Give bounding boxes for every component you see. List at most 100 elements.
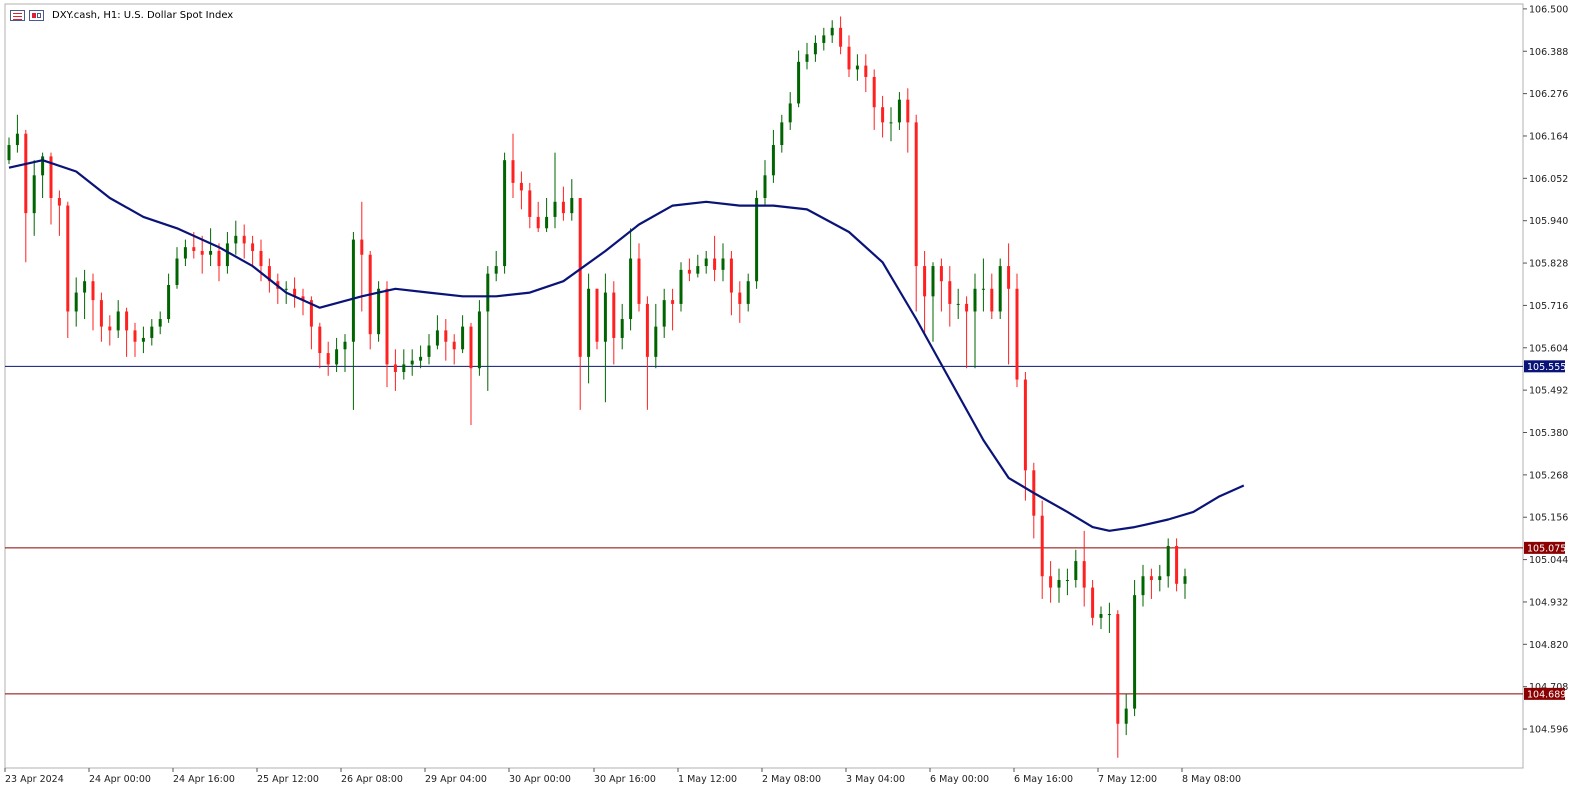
y-tick-label: 105.492 <box>1529 386 1568 397</box>
x-tick-label: 23 Apr 2024 <box>5 774 64 785</box>
candle-body <box>746 281 750 304</box>
candle-body <box>284 288 288 290</box>
x-tick-label: 29 Apr 04:00 <box>425 774 487 785</box>
candle-body <box>956 303 960 305</box>
candle-body <box>351 239 355 342</box>
candle-body <box>805 54 809 62</box>
y-tick-label: 106.388 <box>1529 47 1568 58</box>
candle-body <box>251 243 255 251</box>
x-tick-label: 2 May 08:00 <box>762 774 821 785</box>
candle-body <box>839 27 843 47</box>
candle-body <box>385 288 389 365</box>
y-tick-label: 105.604 <box>1529 343 1568 354</box>
candle-body <box>1183 576 1187 584</box>
candle-body <box>561 201 565 214</box>
candle-body <box>855 65 859 70</box>
candle-body <box>553 201 557 217</box>
candle-body <box>1091 587 1095 618</box>
x-tick-label: 6 May 16:00 <box>1014 774 1073 785</box>
candle-body <box>1107 614 1111 616</box>
y-tick-label: 105.716 <box>1529 301 1568 312</box>
candle-body <box>209 250 213 255</box>
candle-body <box>1049 576 1053 588</box>
x-tick-label: 7 May 12:00 <box>1098 774 1157 785</box>
candle-body <box>1007 266 1011 289</box>
candle-body <box>32 175 36 214</box>
candle-body <box>83 281 87 293</box>
x-tick-label: 26 Apr 08:00 <box>341 774 403 785</box>
candle-body <box>99 300 103 327</box>
candle-body <box>66 205 70 312</box>
candle-body <box>1166 545 1170 577</box>
candle-body <box>528 190 532 217</box>
candle-body <box>125 311 129 331</box>
y-tick-label: 105.156 <box>1529 513 1568 524</box>
candle-body <box>973 288 977 312</box>
candle-body <box>797 61 801 104</box>
candle-body <box>981 288 985 290</box>
candle-body <box>587 288 591 357</box>
candle-body <box>864 65 868 77</box>
candle-body <box>234 235 238 244</box>
y-tick-label: 105.940 <box>1529 216 1568 227</box>
candle-body <box>1116 614 1120 724</box>
y-tick-label: 106.276 <box>1529 89 1568 100</box>
y-tick-label: 104.596 <box>1529 725 1568 736</box>
candle-body <box>1124 708 1128 724</box>
candle-body <box>192 247 196 251</box>
candle-body <box>645 303 649 357</box>
candle-body <box>1149 576 1153 581</box>
x-tick-label: 30 Apr 16:00 <box>594 774 656 785</box>
y-tick-label: 105.828 <box>1529 259 1568 270</box>
x-tick-label: 30 Apr 00:00 <box>509 774 571 785</box>
candle-body <box>570 198 574 214</box>
candle-body <box>91 281 95 301</box>
candle-body <box>116 311 120 331</box>
candle-body <box>200 250 204 255</box>
candle-body <box>671 300 675 304</box>
y-tick-label: 105.044 <box>1529 555 1568 566</box>
candle-body <box>923 266 927 297</box>
candle-body <box>1082 561 1086 588</box>
candle-body <box>1099 614 1103 618</box>
candle-body <box>469 326 473 369</box>
x-tick-label: 8 May 08:00 <box>1182 774 1241 785</box>
candle-body <box>788 103 792 123</box>
candle-body <box>629 258 633 320</box>
candle-body <box>822 35 826 43</box>
candle-body <box>603 292 607 342</box>
candle-body <box>335 349 339 365</box>
x-tick-label: 3 May 04:00 <box>846 774 905 785</box>
candle-body <box>948 281 952 304</box>
candle-body <box>217 250 221 267</box>
candle-body <box>461 326 465 350</box>
candle-body <box>906 99 910 123</box>
candle-body <box>998 266 1002 312</box>
candle-body <box>326 353 330 365</box>
candle-body <box>167 284 171 320</box>
candle-body <box>713 258 717 270</box>
candle-body <box>965 303 969 312</box>
candle-body <box>729 258 733 293</box>
candle-body <box>755 198 759 282</box>
candle-body <box>1065 580 1069 582</box>
candle-body <box>931 266 935 297</box>
candle-body <box>771 145 775 176</box>
candle-body <box>830 27 834 36</box>
candle-body <box>897 99 901 123</box>
moving-average-line <box>8 159 1245 532</box>
candle-body <box>141 337 145 342</box>
x-tick-label: 1 May 12:00 <box>678 774 737 785</box>
price-chart[interactable]: 106.500 106.388 106.276 106.164 106.052 105.9… <box>0 0 1589 793</box>
candle-body <box>133 330 137 342</box>
x-tick-label: 25 Apr 12:00 <box>257 774 319 785</box>
candle-body <box>1141 576 1145 596</box>
candle-body <box>1015 288 1019 380</box>
candle-body <box>494 266 498 274</box>
candle-body <box>24 133 28 214</box>
candle-body <box>108 326 112 331</box>
candle-body <box>377 288 381 335</box>
candle-body <box>435 330 439 346</box>
candle-body <box>813 42 817 55</box>
x-tick-label: 6 May 00:00 <box>930 774 989 785</box>
